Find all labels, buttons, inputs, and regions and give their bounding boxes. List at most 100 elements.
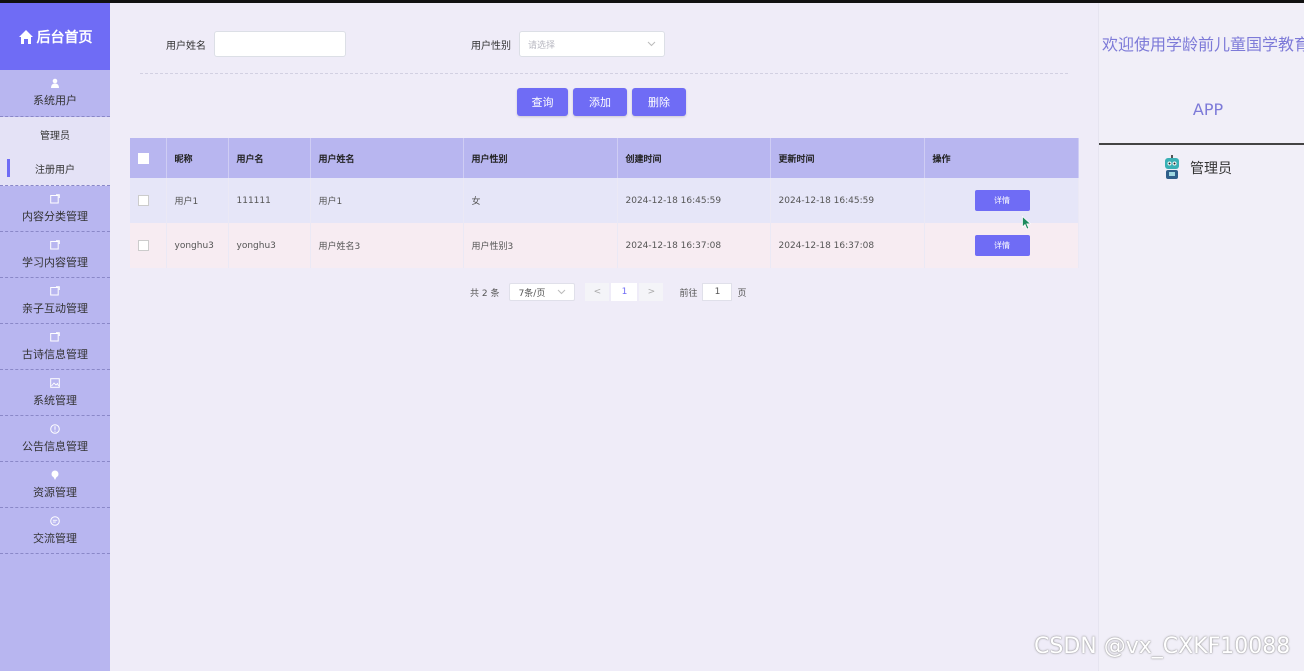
picture-icon bbox=[50, 377, 60, 388]
sidebar-group-system-users[interactable]: 系统用户 bbox=[0, 70, 110, 117]
edit-icon bbox=[50, 331, 60, 341]
mouse-cursor-icon bbox=[1022, 216, 1032, 230]
name-input[interactable] bbox=[214, 31, 346, 57]
table-cell: 2024-12-18 16:45:59 bbox=[617, 178, 771, 223]
column-header: 昵称 bbox=[166, 138, 229, 178]
page-number-current[interactable]: 1 bbox=[611, 283, 638, 301]
table-cell: 2024-12-18 16:37:08 bbox=[617, 223, 771, 268]
gender-label: 用户性别 bbox=[471, 40, 511, 52]
sidebar-item-admin[interactable]: 管理员 bbox=[0, 117, 110, 151]
table-cell: yonghu3 bbox=[228, 223, 311, 268]
welcome-title: 欢迎使用学龄前儿童国学教育 bbox=[1102, 35, 1304, 54]
sidebar-subitem-label: 注册用户 bbox=[35, 164, 75, 176]
sidebar-item-registered-users[interactable]: 注册用户 bbox=[0, 151, 110, 186]
gender-select[interactable]: 请选择 bbox=[519, 31, 665, 57]
action-cell: 详情 bbox=[924, 223, 1079, 268]
table-cell: 2024-12-18 16:37:08 bbox=[770, 223, 925, 268]
table-cell: 2024-12-18 16:45:59 bbox=[770, 178, 925, 223]
prev-page-button[interactable]: < bbox=[585, 283, 610, 301]
detail-button[interactable]: 详情 bbox=[974, 190, 1030, 211]
table-cell: 用户性别3 bbox=[463, 223, 618, 268]
column-header: 用户性别 bbox=[463, 138, 618, 178]
page-size-value: 7条/页 bbox=[518, 288, 546, 299]
sidebar-item-system[interactable]: 系统管理 bbox=[0, 370, 110, 416]
column-header: 更新时间 bbox=[770, 138, 925, 178]
add-button[interactable]: 添加 bbox=[573, 88, 627, 116]
sidebar-item-resources[interactable]: 资源管理 bbox=[0, 462, 110, 508]
search-divider bbox=[140, 73, 1068, 74]
query-button[interactable]: 查询 bbox=[517, 88, 568, 116]
chevron-down-icon bbox=[557, 289, 566, 295]
row-checkbox[interactable] bbox=[138, 240, 149, 251]
sidebar-item-label: 古诗信息管理 bbox=[22, 347, 88, 361]
sidebar-item-label: 亲子互动管理 bbox=[22, 301, 88, 315]
sidebar-item-notices[interactable]: 公告信息管理 bbox=[0, 416, 110, 462]
goto-prefix: 前往 bbox=[679, 288, 698, 299]
info-icon bbox=[50, 423, 60, 434]
edit-icon bbox=[50, 193, 60, 203]
page-size-select[interactable]: 7条/页 bbox=[509, 283, 576, 301]
home-icon bbox=[18, 29, 33, 44]
sidebar-item-label: 学习内容管理 bbox=[22, 255, 88, 269]
robot-avatar-icon bbox=[1165, 155, 1179, 179]
sidebar-item-learning-content[interactable]: 学习内容管理 bbox=[0, 232, 110, 278]
table-cell: yonghu3 bbox=[166, 223, 229, 268]
chevron-down-icon bbox=[647, 41, 656, 47]
sidebar-item-label: 内容分类管理 bbox=[22, 209, 88, 223]
pagination: 共 2 条 7条/页 < 1 > 前往 1 页 bbox=[470, 283, 746, 301]
watermark: CSDN @vx_CXKF10088 bbox=[1034, 634, 1291, 659]
sidebar: 后台首页 系统用户 管理员 注册用户 内容分类管理 学习内容管理 亲子互动管理 … bbox=[0, 3, 110, 671]
table-cell: 用户姓名3 bbox=[310, 223, 464, 268]
main-content: 用户姓名 用户性别 请选择 查询 添加 删除 昵称 用户名 用户姓名 用户性别 … bbox=[110, 3, 1098, 671]
action-cell: 详情 bbox=[924, 178, 1079, 223]
panel-divider bbox=[1099, 143, 1304, 145]
sidebar-subitem-label: 管理员 bbox=[40, 130, 70, 142]
next-page-button[interactable]: > bbox=[639, 283, 664, 301]
sidebar-item-parent-child[interactable]: 亲子互动管理 bbox=[0, 278, 110, 324]
chat-icon bbox=[50, 515, 60, 526]
table-row: 用户1 111111 用户1 女 2024-12-18 16:45:59 202… bbox=[130, 178, 1079, 223]
table-cell: 用户1 bbox=[310, 178, 464, 223]
pin-icon bbox=[51, 470, 59, 480]
goto-suffix: 页 bbox=[737, 288, 747, 299]
select-all-cell bbox=[130, 138, 167, 178]
pagination-total: 共 2 条 bbox=[470, 288, 500, 299]
sidebar-item-poems[interactable]: 古诗信息管理 bbox=[0, 324, 110, 370]
goto-page-value: 1 bbox=[714, 287, 721, 297]
sidebar-item-label: 公告信息管理 bbox=[22, 439, 88, 453]
search-bar: 用户姓名 用户性别 请选择 bbox=[166, 31, 665, 57]
table-header-row: 昵称 用户名 用户姓名 用户性别 创建时间 更新时间 操作 bbox=[130, 138, 1079, 178]
gender-select-placeholder: 请选择 bbox=[528, 40, 556, 51]
toolbar: 查询 添加 删除 bbox=[517, 88, 686, 116]
name-label: 用户姓名 bbox=[166, 40, 206, 52]
row-select-cell bbox=[130, 178, 167, 223]
goto-page-input[interactable]: 1 bbox=[702, 283, 733, 301]
current-user[interactable]: 管理员 bbox=[1161, 155, 1232, 181]
app-label: APP bbox=[1192, 100, 1224, 119]
sidebar-group-label: 系统用户 bbox=[33, 94, 77, 107]
table-row: yonghu3 yonghu3 用户姓名3 用户性别3 2024-12-18 1… bbox=[130, 223, 1079, 268]
users-table: 昵称 用户名 用户姓名 用户性别 创建时间 更新时间 操作 用户1 111111… bbox=[130, 138, 1079, 268]
row-checkbox[interactable] bbox=[138, 195, 149, 206]
row-select-cell bbox=[130, 223, 167, 268]
sidebar-item-label: 资源管理 bbox=[33, 485, 77, 499]
table-cell: 用户1 bbox=[166, 178, 229, 223]
sidebar-item-label: 系统管理 bbox=[33, 393, 77, 407]
column-header: 用户姓名 bbox=[310, 138, 464, 178]
detail-button[interactable]: 详情 bbox=[974, 235, 1030, 256]
select-all-checkbox[interactable] bbox=[138, 152, 149, 164]
sidebar-item-communication[interactable]: 交流管理 bbox=[0, 508, 110, 554]
user-icon bbox=[51, 78, 59, 88]
delete-button[interactable]: 删除 bbox=[632, 88, 686, 116]
sidebar-item-label: 交流管理 bbox=[33, 531, 77, 545]
column-header: 操作 bbox=[924, 138, 1079, 178]
brand-label: 后台首页 bbox=[36, 29, 93, 46]
column-header: 用户名 bbox=[228, 138, 311, 178]
current-user-name: 管理员 bbox=[1190, 161, 1232, 177]
edit-icon bbox=[50, 239, 60, 249]
table-cell: 女 bbox=[463, 178, 618, 223]
table-cell: 111111 bbox=[228, 178, 311, 223]
edit-icon bbox=[50, 285, 60, 295]
sidebar-brand-home[interactable]: 后台首页 bbox=[0, 3, 110, 70]
sidebar-item-content-category[interactable]: 内容分类管理 bbox=[0, 186, 110, 232]
